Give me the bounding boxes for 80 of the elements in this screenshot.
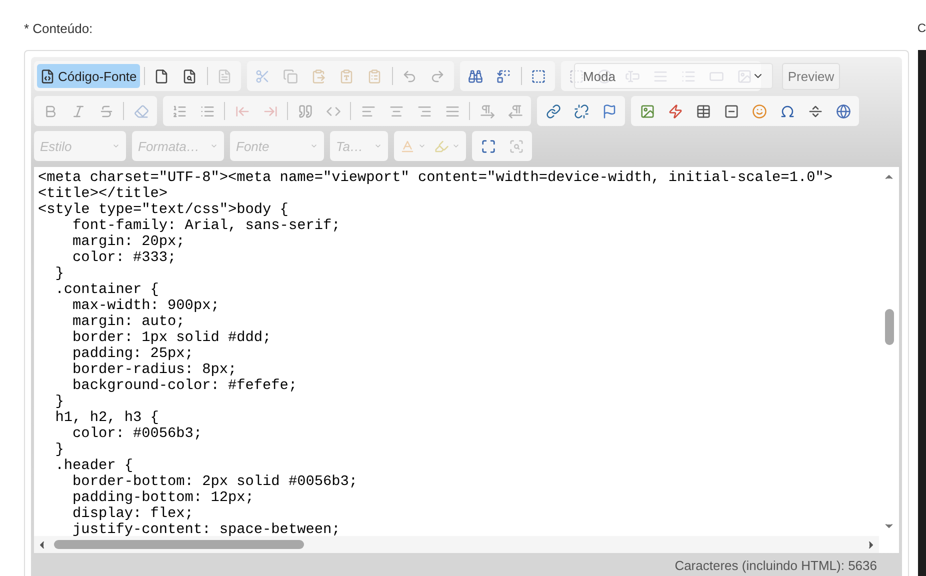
code-line: background-color: #fefefe; (72, 378, 298, 394)
image-icon (640, 104, 654, 118)
code-line: h1, h2, h3 { (54, 410, 160, 426)
quote-icon (298, 104, 312, 118)
code-line: justify-content: space-between; (72, 522, 342, 536)
page-icon (154, 68, 170, 84)
clipboard-icon (311, 68, 326, 84)
code-line: padding-bottom: 12px; (72, 490, 255, 506)
omega-icon (780, 104, 794, 118)
caret-icon (374, 142, 382, 150)
highlighter-icon (434, 138, 449, 154)
strikethrough-icon (98, 104, 114, 118)
select-all-icon (531, 68, 546, 84)
align-left-icon (360, 104, 376, 118)
code-line: margin: auto; (72, 314, 186, 330)
text-color-icon (400, 138, 415, 154)
horizontal-scrollbar[interactable] (34, 536, 879, 553)
replace-icon (496, 68, 512, 84)
binoculars-icon (468, 68, 484, 84)
clipboard-text-icon (339, 68, 354, 84)
code-line: .header { (54, 458, 134, 474)
flash-icon (668, 104, 682, 118)
pilcrow-left-icon (508, 104, 522, 118)
outdent-icon (234, 104, 250, 118)
code-line: border: 1px solid #ddd; (72, 330, 272, 346)
numbered-list-icon (172, 104, 186, 118)
code-line: border-radius: 8px; (72, 362, 238, 378)
table-icon (696, 104, 710, 118)
code-line: max-width: 900px; (72, 298, 220, 314)
code-line: padding: 25px; (72, 346, 194, 362)
source-button[interactable]: Código-Fonte (37, 64, 140, 88)
smiley-icon (752, 104, 766, 118)
character-count: Caracteres (incluindo HTML): 5636 (674, 557, 878, 573)
scissors-icon (255, 68, 270, 84)
code-line: display: flex; (72, 506, 194, 522)
flag-icon (602, 104, 616, 118)
code-line: <title></title> (38, 186, 169, 202)
code-line: color: #0056b3; (72, 426, 204, 442)
scan-search-icon (508, 138, 524, 154)
indent-icon (262, 104, 278, 118)
scrollbar-thumb[interactable] (54, 540, 304, 549)
code-line: border-bottom: 2px solid #0056b3; (72, 474, 359, 490)
page-break-icon (808, 104, 822, 118)
caret-icon (452, 142, 460, 150)
preview-button[interactable]: Preview (782, 63, 840, 90)
code-line: .container { (54, 282, 160, 298)
globe-icon (836, 104, 850, 118)
bullet-list-icon (200, 104, 214, 118)
magnifier-page-icon (182, 68, 198, 84)
eraser-icon (134, 104, 148, 118)
link-icon (546, 104, 560, 118)
align-justify-icon (444, 104, 460, 118)
align-right-icon (416, 104, 432, 118)
pilcrow-right-icon (480, 104, 494, 118)
document-icon (217, 68, 232, 84)
code-line: color: #333; (72, 250, 178, 266)
scrollbar-thumb[interactable] (884, 308, 894, 344)
caret-icon (210, 142, 218, 150)
undo-icon (402, 68, 418, 84)
unlink-icon (574, 104, 588, 118)
code-line: font-family: Arial, sans-serif; (72, 218, 342, 234)
maximize-icon (480, 138, 496, 154)
code-line: } (54, 266, 65, 282)
code-line: <meta charset="UTF-8"><meta name="viewport" content="width=device-width, initial-scale=1.0"> (38, 170, 834, 186)
clipboard-list-icon (367, 68, 382, 84)
caret-icon (310, 142, 318, 150)
code-line: } (54, 442, 65, 458)
cut-off-text: C (917, 21, 926, 35)
document-icon (40, 68, 55, 84)
code-line: <style type="text/css">body { (38, 202, 290, 218)
caret-icon (418, 142, 426, 150)
caret-icon (112, 142, 120, 150)
italic-icon (70, 104, 86, 118)
code-line: margin: 20px; (72, 234, 186, 250)
field-label: * Conteúdo: (24, 21, 93, 38)
square-minus-icon (724, 104, 738, 118)
align-center-icon (388, 104, 404, 118)
redo-icon (430, 68, 446, 84)
code-line: } (54, 394, 65, 410)
copy-icon (283, 68, 298, 84)
